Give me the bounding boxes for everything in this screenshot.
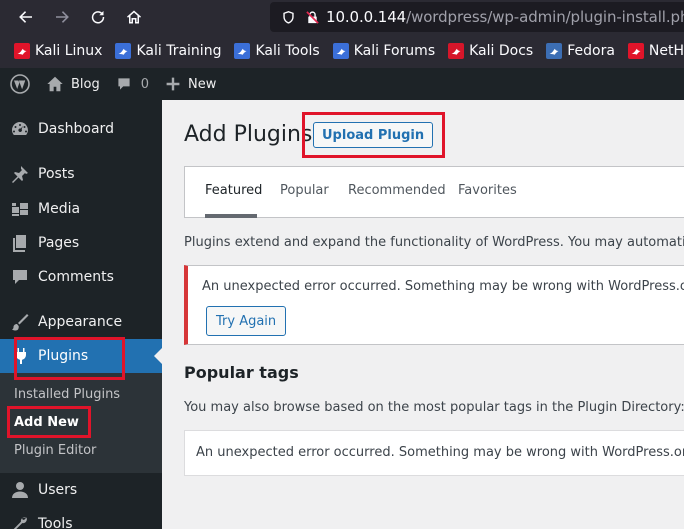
comment-icon: [2, 260, 38, 294]
nethunter-icon: [627, 43, 644, 59]
home-button[interactable]: [116, 0, 152, 34]
url-bar[interactable]: 10.0.0.144/wordpress/wp-admin/plugin-ins…: [270, 2, 684, 32]
popular-tags-intro: You may also browse based on the most po…: [184, 400, 684, 415]
sidebar-item-posts[interactable]: Posts: [0, 157, 162, 191]
bookmark-item[interactable]: Kali Docs: [448, 43, 533, 59]
main-content: Add Plugins Upload Plugin Featured Popul…: [162, 100, 684, 529]
bookmark-label: Fedora: [567, 43, 615, 59]
tab-recommended[interactable]: Recommended: [348, 183, 446, 198]
bookmark-item[interactable]: Kali Training: [115, 43, 221, 59]
sidebar-item-pages[interactable]: Pages: [0, 226, 162, 260]
bookmark-label: Kali Training: [136, 43, 222, 59]
active-indicator: [154, 348, 162, 364]
pages-icon: [2, 226, 38, 260]
sidebar-label: Dashboard: [38, 121, 114, 137]
user-icon: [2, 473, 38, 507]
bookmark-item[interactable]: Kali Linux: [14, 43, 102, 59]
bookmark-item[interactable]: Fedora: [546, 43, 615, 59]
tab-popular[interactable]: Popular: [280, 183, 329, 198]
sidebar-item-users[interactable]: Users: [0, 473, 162, 507]
bookmark-item[interactable]: Kali Forums: [332, 43, 436, 59]
url-path: /wordpress/wp-admin/plugin-install.php: [406, 8, 684, 26]
kali-training-icon: [115, 43, 132, 59]
reload-button[interactable]: [80, 0, 116, 34]
admin-sidebar: Dashboard Posts Media Pages Comments App…: [0, 100, 162, 529]
new-content-menu[interactable]: New: [165, 68, 216, 100]
bookmark-label: Kali Tools: [255, 43, 320, 59]
brush-icon: [2, 305, 38, 339]
tags-error-box: An unexpected error occurred. Something …: [184, 430, 684, 476]
popular-tags-heading: Popular tags: [184, 363, 299, 382]
url-text[interactable]: 10.0.0.144/wordpress/wp-admin/plugin-ins…: [326, 8, 684, 26]
tab-featured[interactable]: Featured: [205, 183, 262, 198]
kali-forums-icon: [332, 43, 349, 59]
sidebar-label: Users: [38, 482, 78, 498]
sidebar-label: Pages: [38, 235, 80, 251]
active-tab-indicator: [205, 214, 257, 218]
error-notice: An unexpected error occurred. Something …: [184, 265, 684, 345]
reload-icon: [91, 11, 105, 24]
bookmarks-bar: Kali Linux Kali Training Kali Tools Kali Fo…: [0, 34, 684, 68]
bookmark-label: Kali Docs: [469, 43, 534, 59]
insecure-lock-icon[interactable]: [302, 7, 322, 27]
page-title: Add Plugins: [184, 122, 313, 147]
media-icon: [2, 192, 38, 226]
sidebar-label: Comments: [38, 269, 114, 285]
dashboard-icon: [2, 112, 38, 146]
submenu-plugin-editor[interactable]: Plugin Editor: [14, 443, 96, 458]
intro-text: Plugins extend and expand the functional…: [184, 235, 684, 250]
wp-logo-menu[interactable]: [8, 68, 32, 100]
arrow-right-icon: [56, 11, 69, 23]
sidebar-label: Media: [38, 201, 81, 217]
back-button[interactable]: [8, 0, 44, 34]
bookmark-item[interactable]: Kali Tools: [234, 43, 320, 59]
kali-tools-icon: [234, 43, 251, 59]
annotation-plugins-menu: [14, 337, 125, 380]
comments-count: 0: [140, 76, 150, 92]
try-again-button[interactable]: Try Again: [206, 306, 287, 336]
error-message: An unexpected error occurred. Something …: [202, 279, 684, 294]
new-label: New: [188, 76, 217, 92]
shield-icon[interactable]: [278, 7, 298, 27]
sidebar-label: Tools: [38, 516, 73, 529]
plugin-filter-tabs: Featured Popular Recommended Favorites: [184, 166, 684, 218]
wordpress-logo-icon: [10, 74, 30, 94]
sidebar-item-tools[interactable]: Tools: [0, 507, 162, 529]
sidebar-item-appearance[interactable]: Appearance: [0, 305, 162, 339]
submenu-installed-plugins[interactable]: Installed Plugins: [14, 387, 120, 402]
annotation-upload-plugin: [302, 112, 445, 158]
kali-icon: [14, 43, 30, 59]
sidebar-item-dashboard[interactable]: Dashboard: [0, 112, 162, 146]
home-icon: [47, 76, 63, 92]
forward-button[interactable]: [44, 0, 80, 34]
sidebar-item-comments[interactable]: Comments: [0, 260, 162, 294]
bookmark-label: NetHunter: [648, 43, 684, 59]
sidebar-label: Appearance: [38, 314, 123, 330]
arrow-left-icon: [19, 11, 32, 23]
tags-error-message: An unexpected error occurred. Something …: [196, 445, 684, 460]
plus-icon: [166, 77, 180, 91]
browser-toolbar: 10.0.0.144/wordpress/wp-admin/plugin-ins…: [0, 0, 684, 34]
site-name-menu[interactable]: Blog: [46, 68, 100, 100]
pin-icon: [2, 157, 38, 191]
sidebar-label: Posts: [38, 166, 75, 182]
tab-favorites[interactable]: Favorites: [458, 183, 517, 198]
bookmark-label: Kali Linux: [35, 43, 103, 59]
kali-docs-icon: [448, 43, 465, 59]
comments-menu[interactable]: 0: [116, 68, 149, 100]
home-icon: [127, 10, 141, 24]
wrench-icon: [2, 507, 38, 529]
wp-admin-bar: Blog 0 New: [0, 68, 684, 100]
url-host: 10.0.0.144: [326, 8, 407, 26]
bookmark-item[interactable]: NetHunter: [627, 43, 684, 59]
fedora-icon: [546, 43, 563, 59]
annotation-add-new: [7, 406, 91, 438]
comment-bubble-icon: [118, 78, 130, 90]
sidebar-item-media[interactable]: Media: [0, 192, 162, 226]
bookmark-label: Kali Forums: [353, 43, 436, 59]
site-name: Blog: [71, 76, 100, 92]
